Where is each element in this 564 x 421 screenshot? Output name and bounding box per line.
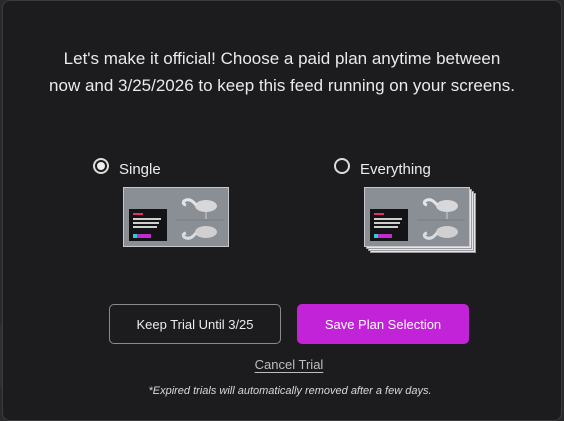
flamingo-image: [176, 198, 224, 240]
preview-text-card: [370, 209, 408, 241]
plan-option-single[interactable]: Single: [93, 153, 229, 247]
cancel-trial-link[interactable]: Cancel Trial: [255, 357, 324, 372]
plan-label-everything: Everything: [360, 161, 431, 178]
plan-radio-row-everything[interactable]: Everything: [334, 153, 431, 178]
expired-trial-note: *Expired trials will automatically remov…: [148, 385, 432, 397]
modal-headline: Let's make it official! Choose a paid pl…: [3, 45, 561, 99]
stacked-screens-preview-icon: [364, 187, 470, 247]
save-plan-selection-button[interactable]: Save Plan Selection: [297, 304, 469, 344]
single-screen-preview-icon: [123, 187, 229, 247]
preview-text-card: [129, 209, 167, 241]
plan-label-single: Single: [119, 161, 161, 178]
flamingo-image: [417, 198, 465, 240]
plan-option-everything[interactable]: Everything: [334, 153, 476, 253]
headline-line-2: now and 3/25/2026 to keep this feed runn…: [49, 76, 515, 95]
plan-radio-row-single[interactable]: Single: [93, 153, 161, 178]
radio-selected-dot: [97, 161, 105, 170]
keep-trial-button[interactable]: Keep Trial Until 3/25: [109, 304, 281, 344]
radio-single[interactable]: [93, 157, 109, 174]
radio-everything[interactable]: [334, 157, 350, 174]
headline-line-1: Let's make it official! Choose a paid pl…: [63, 49, 501, 68]
cancel-trial-row: Cancel Trial: [3, 357, 564, 372]
plan-selection-modal: Let's make it official! Choose a paid pl…: [2, 0, 562, 421]
